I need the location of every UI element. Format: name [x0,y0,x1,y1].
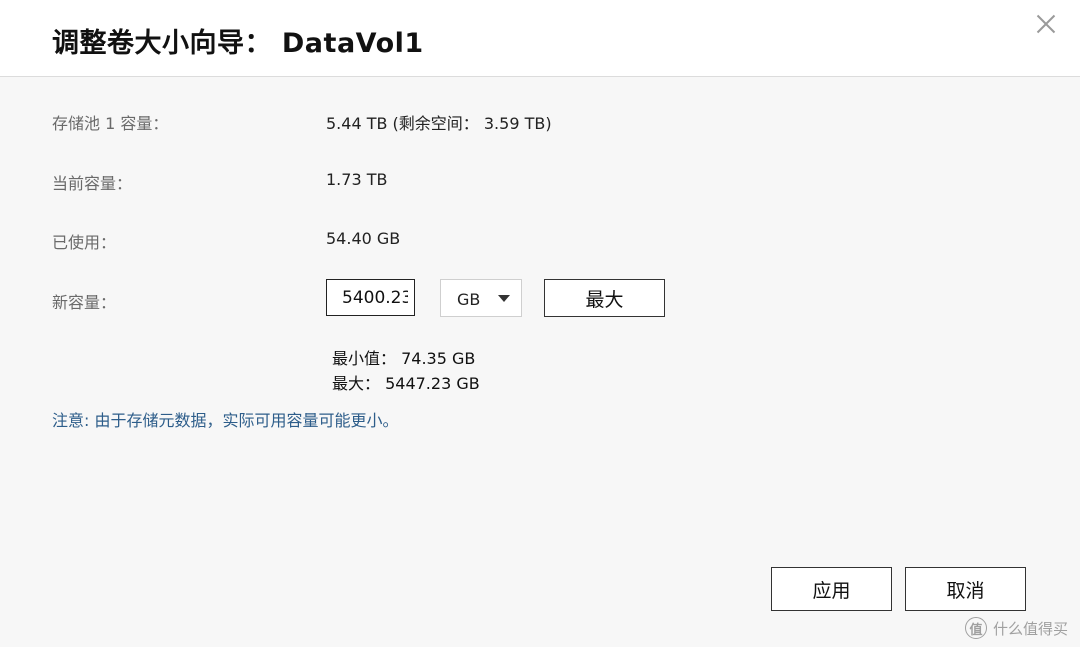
max-button[interactable]: 最大 [544,279,665,317]
new-capacity-input[interactable] [326,279,415,316]
pool-capacity-label: 存储池 1 容量： [52,114,169,133]
unit-select-value: GB [457,290,481,309]
dialog-header: 调整卷大小向导： DataVol1 [0,0,1080,77]
unit-select[interactable]: GB [440,279,522,317]
min-value-text: 最小值： 74.35 GB [332,349,476,368]
pool-capacity-value: 5.44 TB (剩余空间： 3.59 TB) [326,114,552,133]
current-capacity-label: 当前容量： [52,174,133,193]
cancel-button[interactable]: 取消 [905,567,1026,611]
chevron-down-icon [498,295,510,302]
used-label: 已使用： [52,233,117,252]
watermark: 值 什么值得买 [964,617,1068,639]
apply-button[interactable]: 应用 [771,567,892,611]
new-capacity-label: 新容量： [52,293,117,312]
watermark-logo-icon: 值 [964,617,987,639]
dialog-title: 调整卷大小向导： DataVol1 [52,28,424,59]
watermark-text: 什么值得买 [992,619,1068,638]
used-value: 54.40 GB [326,229,401,248]
resize-volume-dialog: 调整卷大小向导： DataVol1 存储池 1 容量： 5.44 TB (剩余空… [0,0,1080,647]
current-capacity-value: 1.73 TB [326,170,388,189]
max-value-text: 最大： 5447.23 GB [332,374,480,393]
metadata-note: 注意: 由于存储元数据，实际可用容量可能更小。 [52,411,399,430]
close-icon[interactable] [1034,12,1058,36]
